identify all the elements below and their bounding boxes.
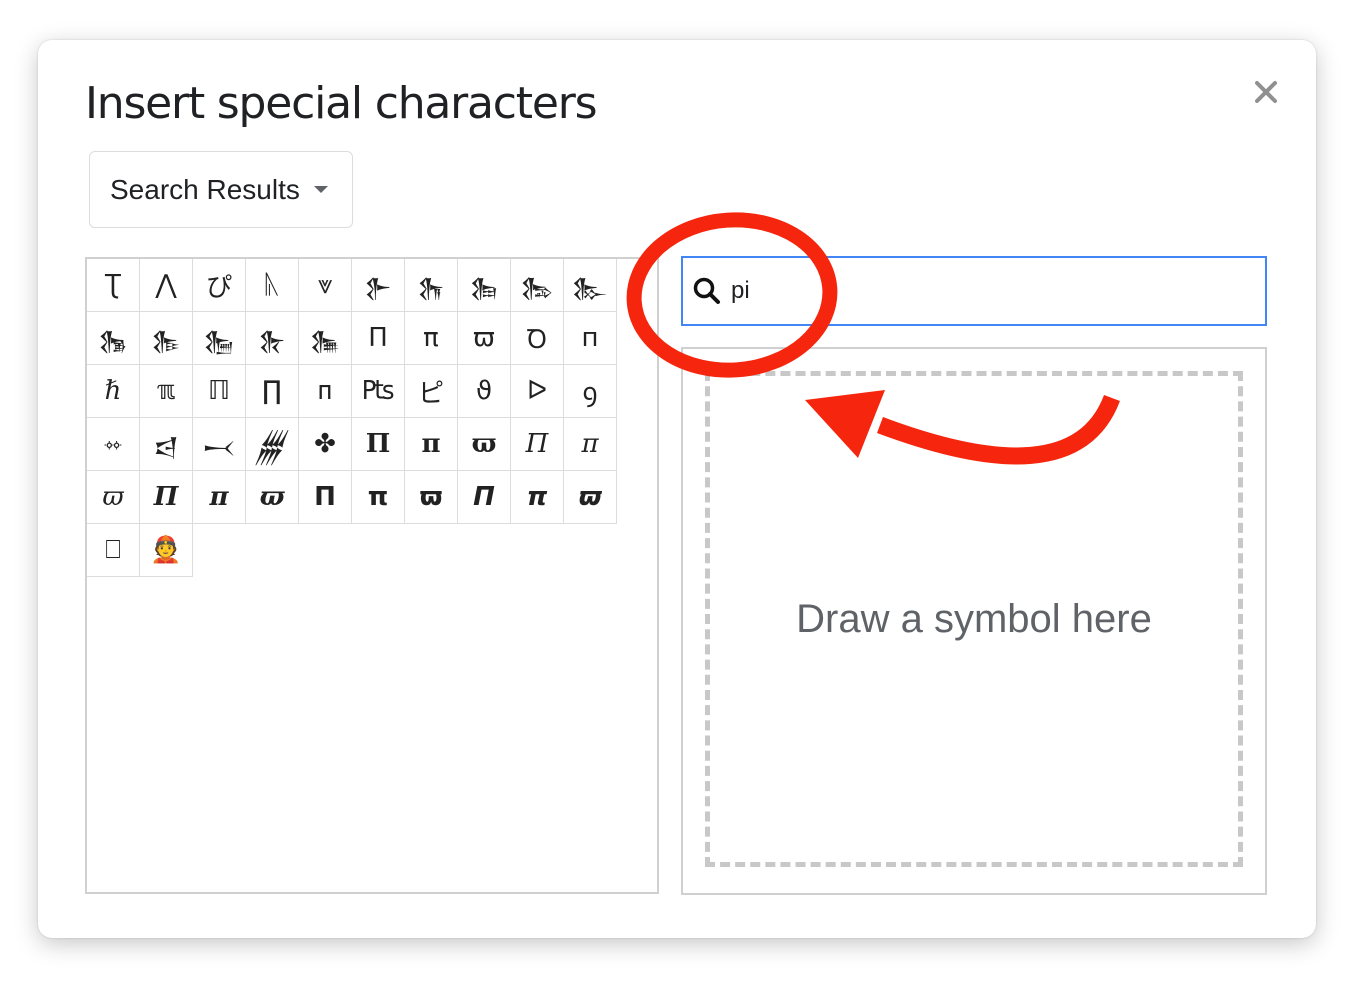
character-cell[interactable]: ぴ [193,259,246,312]
character-cell[interactable]: ꝯ [564,365,617,418]
character-cell[interactable]: 𝝕 [246,471,299,524]
character-cell[interactable]: 𒊆 [193,312,246,365]
character-cell[interactable]: 𝞟 [458,471,511,524]
character-cell[interactable]: 𒊇 [246,312,299,365]
character-cell[interactable]: 𒊃 [564,259,617,312]
character-cell[interactable]: ϖ [458,312,511,365]
character-cell[interactable]: ᚣ [246,259,299,312]
character-cell[interactable]: 𒁁 [193,418,246,471]
character-cell[interactable]: Ʈ [87,259,140,312]
character-cell[interactable]: ピ [405,365,458,418]
character-cell[interactable]: 𝞹 [511,471,564,524]
character-cell[interactable]: 𝞏 [405,471,458,524]
character-cell[interactable]: ϑ [458,365,511,418]
close-button[interactable] [1246,72,1286,112]
character-cell[interactable]: ₧ [352,365,405,418]
character-cell[interactable]: 𒊈 [299,312,352,365]
character-cell[interactable]: 𝜋 [564,418,617,471]
category-dropdown-label: Search Results [110,173,300,205]
character-cell[interactable]: 𝜫 [140,471,193,524]
character-grid: Ʈ ⋀ ぴ ᚣ ⩔ 𒉿 𒊀 𒊁 𒊂 𒊃 𒊄 𒊅 𒊆 𒊇 𒊈 Ππ ϖ Ꝺп ℏ ℼ ℿ ∏ ᴨ ₧ ピ ϑ ᐅ ꝯ 𐄣 𒁀 𒁁 𒁂 ✤ 𝚷𝛑 𝛡 𝛱𝜋… [87,259,617,577]
draw-hint-text: Draw a symbol here [796,596,1152,641]
character-cell[interactable]: 𝝅 [193,471,246,524]
character-results-panel: Ʈ ⋀ ぴ ᚣ ⩔ 𒉿 𒊀 𒊁 𒊂 𒊃 𒊄 𒊅 𒊆 𒊇 𒊈 Ππ ϖ Ꝺп ℏ ℼ ℿ ∏ ᴨ ₧ ピ ϑ ᐅ ꝯ 𐄣 𒁀 𒁁 𒁂 ✤ 𝚷𝛑 𝛡 𝛱𝜋… [85,257,659,894]
character-cell[interactable]: 𒊂 [511,259,564,312]
character-cell[interactable]: п [564,312,617,365]
character-cell[interactable]: 𝛡 [458,418,511,471]
handwriting-panel: Draw a symbol here [681,347,1267,895]
character-cell[interactable]: 𒊁 [458,259,511,312]
caret-down-icon [313,186,328,193]
character-cell[interactable]: 𒁀 [140,418,193,471]
character-cell[interactable]: ⋀ [140,259,193,312]
character-cell[interactable]: 𝛱 [511,418,564,471]
character-cell[interactable]: 𝝿 [352,471,405,524]
character-cell[interactable]: Π [352,312,405,365]
character-cell[interactable]: 𒊄 [87,312,140,365]
character-cell[interactable]: 👲 [140,524,193,577]
character-cell[interactable]: ✤ [299,418,352,471]
character-cell[interactable]: 𒊅 [140,312,193,365]
character-cell[interactable]: Ꝺ [511,312,564,365]
draw-symbol-area[interactable]: Draw a symbol here [705,371,1243,867]
character-cell[interactable]: 𝜛 [87,471,140,524]
character-cell[interactable]: π [405,312,458,365]
insert-special-characters-dialog: Insert special characters Search Results… [38,40,1316,938]
category-dropdown[interactable]: Search Results [89,151,353,228]
character-cell[interactable]: 𐄣 [87,418,140,471]
character-cell[interactable]: 𝟉 [564,471,617,524]
dialog-title: Insert special characters [85,78,598,129]
character-cell[interactable]: ℏ [87,365,140,418]
search-box[interactable] [681,256,1267,326]
character-cell[interactable]: ∏ [246,365,299,418]
character-cell[interactable]: ⩔ [299,259,352,312]
search-input[interactable] [729,276,1253,306]
character-cell[interactable]: ℼ [140,365,193,418]
search-icon [693,277,720,304]
character-cell[interactable]: ᴨ [299,365,352,418]
character-cell[interactable]: 𝝥 [299,471,352,524]
character-cell[interactable]: ℿ [193,365,246,418]
character-cell[interactable]: 𒊀 [405,259,458,312]
character-cell[interactable]: ⎕ [87,524,140,577]
close-icon [1255,81,1277,103]
character-cell[interactable]: 𝛑 [405,418,458,471]
character-cell[interactable]: 𒁂 [246,418,299,471]
character-cell[interactable]: ᐅ [511,365,564,418]
character-cell[interactable]: 𒉿 [352,259,405,312]
character-cell[interactable]: 𝚷 [352,418,405,471]
